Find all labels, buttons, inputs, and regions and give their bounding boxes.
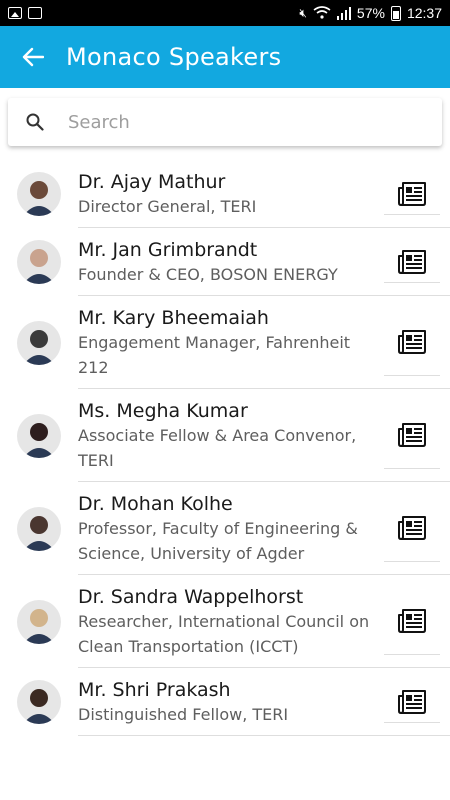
battery-percent: 57% [356, 5, 385, 21]
newspaper-icon [398, 249, 426, 274]
avatar-column [0, 228, 78, 296]
row-text: Dr. Sandra Wappelhorst Researcher, Inter… [78, 575, 384, 667]
speaker-name: Dr. Sandra Wappelhorst [78, 586, 304, 608]
signal-icon [336, 6, 351, 20]
button-underline [384, 375, 440, 376]
status-bar: 🔇︎ 57% 12:37 [0, 0, 450, 26]
newspaper-icon [398, 423, 426, 447]
gallery-notification-icon [8, 7, 22, 19]
speaker-row[interactable]: Dr. Ajay Mathur Director General, TERI [0, 160, 450, 228]
speaker-name: Ms. Megha Kumar [78, 400, 248, 422]
button-underline [384, 722, 440, 723]
search-box[interactable] [8, 98, 442, 146]
search-input[interactable] [68, 111, 426, 133]
avatar [17, 240, 61, 284]
avatar [17, 413, 61, 458]
button-underline [384, 561, 440, 562]
button-underline [384, 214, 440, 215]
mute-icon: 🔇︎ [299, 5, 307, 20]
screenshot-notification-icon [28, 7, 42, 19]
row-text: Ms. Megha Kumar Associate Fellow & Area … [78, 389, 384, 481]
back-arrow-icon[interactable] [18, 42, 48, 72]
newspaper-icon [398, 181, 426, 206]
speaker-role: Associate Fellow & Area Convenor, TERI [78, 426, 357, 470]
newspaper-icon [398, 330, 426, 354]
speaker-name: Mr. Jan Grimbrandt [78, 239, 258, 261]
speaker-name: Dr. Mohan Kolhe [78, 493, 233, 515]
speaker-role: Founder & CEO, BOSON ENERGY [78, 265, 338, 284]
speaker-role: Researcher, International Council on Cle… [78, 612, 370, 656]
speaker-list: Dr. Ajay Mathur Director General, TERI M… [0, 160, 450, 736]
speaker-name: Dr. Ajay Mathur [78, 171, 226, 193]
newspaper-icon [398, 609, 426, 633]
speaker-row[interactable]: Mr. Jan Grimbrandt Founder & CEO, BOSON … [0, 228, 450, 296]
avatar-column [0, 160, 78, 228]
profile-button[interactable] [384, 482, 440, 574]
avatar [17, 320, 61, 365]
row-content: Dr. Ajay Mathur Director General, TERI [78, 160, 450, 228]
avatar-column [0, 482, 78, 575]
avatar-column [0, 668, 78, 736]
row-content: Ms. Megha Kumar Associate Fellow & Area … [78, 389, 450, 482]
profile-button[interactable] [384, 160, 440, 227]
speaker-role: Engagement Manager, Fahrenheit 212 [78, 333, 351, 377]
avatar [17, 680, 61, 724]
clock: 12:37 [406, 5, 442, 21]
row-content: Mr. Kary Bheemaiah Engagement Manager, F… [78, 296, 450, 389]
avatar-column [0, 389, 78, 482]
button-underline [384, 468, 440, 469]
avatar [17, 172, 61, 216]
row-content: Mr. Shri Prakash Distinguished Fellow, T… [78, 668, 450, 736]
avatar [17, 506, 61, 551]
newspaper-icon [398, 689, 426, 714]
search-container [0, 88, 450, 152]
row-content: Dr. Mohan Kolhe Professor, Faculty of En… [78, 482, 450, 575]
status-right: 🔇︎ 57% 12:37 [299, 5, 442, 21]
speaker-name: Mr. Kary Bheemaiah [78, 307, 269, 329]
row-text: Mr. Shri Prakash Distinguished Fellow, T… [78, 668, 384, 735]
newspaper-icon [398, 516, 426, 540]
avatar-column [0, 296, 78, 389]
wifi-icon [313, 6, 331, 19]
speaker-row[interactable]: Ms. Megha Kumar Associate Fellow & Area … [0, 389, 450, 482]
row-text: Mr. Kary Bheemaiah Engagement Manager, F… [78, 296, 384, 388]
page-title: Monaco Speakers [66, 43, 282, 71]
avatar [17, 599, 61, 644]
speaker-row[interactable]: Mr. Shri Prakash Distinguished Fellow, T… [0, 668, 450, 736]
row-text: Mr. Jan Grimbrandt Founder & CEO, BOSON … [78, 228, 384, 295]
profile-button[interactable] [384, 228, 440, 295]
speaker-row[interactable]: Dr. Sandra Wappelhorst Researcher, Inter… [0, 575, 450, 668]
button-underline [384, 282, 440, 283]
profile-button[interactable] [384, 389, 440, 481]
speaker-role: Professor, Faculty of Engineering & Scie… [78, 519, 358, 563]
row-content: Mr. Jan Grimbrandt Founder & CEO, BOSON … [78, 228, 450, 296]
profile-button[interactable] [384, 575, 440, 667]
row-text: Dr. Ajay Mathur Director General, TERI [78, 160, 384, 227]
avatar-column [0, 575, 78, 668]
speaker-role: Distinguished Fellow, TERI [78, 705, 289, 724]
speaker-row[interactable]: Dr. Mohan Kolhe Professor, Faculty of En… [0, 482, 450, 575]
profile-button[interactable] [384, 668, 440, 735]
status-left [8, 7, 42, 19]
app-bar: Monaco Speakers [0, 26, 450, 88]
battery-icon [390, 5, 401, 21]
speaker-role: Director General, TERI [78, 197, 257, 216]
speaker-name: Mr. Shri Prakash [78, 679, 231, 701]
search-icon [24, 111, 46, 133]
speaker-row[interactable]: Mr. Kary Bheemaiah Engagement Manager, F… [0, 296, 450, 389]
row-content: Dr. Sandra Wappelhorst Researcher, Inter… [78, 575, 450, 668]
row-text: Dr. Mohan Kolhe Professor, Faculty of En… [78, 482, 384, 574]
button-underline [384, 654, 440, 655]
profile-button[interactable] [384, 296, 440, 388]
